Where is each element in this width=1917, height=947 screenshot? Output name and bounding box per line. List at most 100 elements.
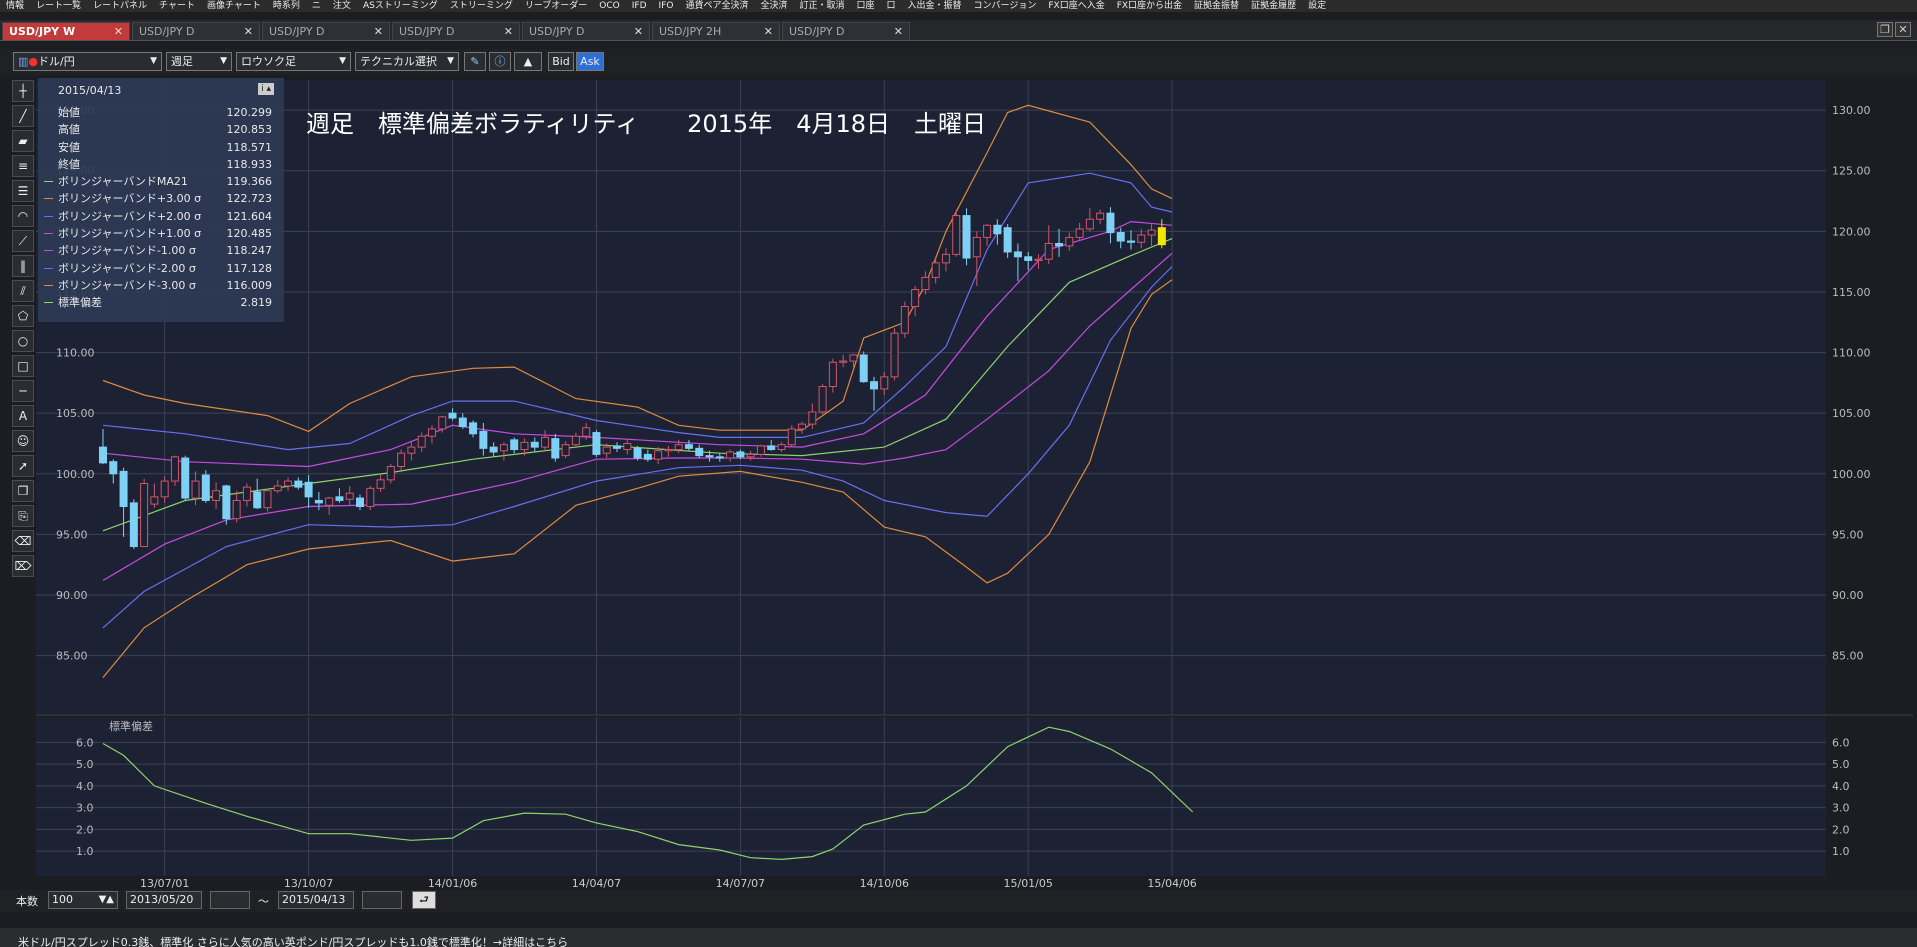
sub-y-tick-label-left: 4.0 [76,780,94,793]
currency-pair-select[interactable]: ▥●ドル/円 ▼ [13,52,162,71]
chart-area[interactable]: 130.00130.00125.00125.00120.00120.00115.… [36,80,1913,890]
timeframe-select[interactable]: 週足 ▼ [166,52,232,71]
start-date-field[interactable]: 2013/05/20 [126,891,202,909]
menu-item[interactable]: リーブオーダー [519,0,593,12]
restore-icon[interactable]: ❐ [1877,22,1893,37]
eraser-icon[interactable]: ⌫ [12,530,34,552]
close-tab-icon[interactable]: ✕ [114,23,123,41]
close-tab-icon[interactable]: ✕ [374,23,383,41]
start-time-field[interactable] [210,891,250,909]
info-row: ボリンジャーバンドMA21 119.366 [38,173,284,190]
menu-item[interactable]: 証拠金履歴 [1245,0,1302,12]
trendline-icon[interactable]: ╱ [12,105,34,127]
paste-icon[interactable]: ⎘ [12,505,34,527]
menu-item[interactable]: ASストリーミング [357,0,444,12]
chart-tab[interactable]: USD/JPY D ✕ [782,22,910,40]
fan-icon[interactable]: ⟋ [12,230,34,252]
y-tick-label-left: 85.00 [56,650,88,663]
candle-body [242,486,251,501]
horizontal-lines-icon[interactable]: ≡ [12,155,34,177]
candle-body [705,455,714,458]
area-chart-icon[interactable]: ▲ [514,52,542,71]
menu-item[interactable]: レート一覧 [30,0,87,12]
chart-tab[interactable]: USD/JPY D ✕ [522,22,650,40]
bid-button[interactable]: Bid [548,52,574,71]
menu-item[interactable]: IFD [626,0,653,12]
rectangle-icon[interactable]: □ [12,355,34,377]
chart-tab[interactable]: USD/JPY D ✕ [392,22,520,40]
x-tick-label: 13/10/07 [284,877,333,888]
horizontal-line-icon[interactable]: ─ [12,380,34,402]
series-swatch [44,215,53,217]
arc-icon[interactable]: ◠ [12,205,34,227]
cursor-icon[interactable]: ➚ [12,455,34,477]
technical-select[interactable]: テクニカル選択 ▼ [355,52,459,71]
menu-item[interactable]: レートパネル [87,0,153,12]
copy-icon[interactable]: ❐ [12,480,34,502]
menu-item[interactable]: 設定 [1302,0,1332,12]
pen-icon[interactable]: ✎ [464,52,486,71]
count-input[interactable]: 100 ▼▲ [48,891,118,909]
candle-body [952,215,961,255]
menu-item[interactable]: 口座 [850,0,880,12]
close-tab-icon[interactable]: ✕ [764,23,773,41]
menu-item[interactable]: 全決済 [754,0,793,12]
close-tab-icon[interactable]: ✕ [244,23,253,41]
info-label: 安値 [58,140,80,154]
menu-item[interactable]: 入出金・振替 [902,0,968,12]
menu-item[interactable]: 訂正・取消 [793,0,850,12]
candle-body [366,487,375,508]
chart-tab[interactable]: USD/JPY D ✕ [132,22,260,40]
menu-item[interactable]: 証拠金振替 [1188,0,1245,12]
candle-body [1003,227,1012,253]
menu-item[interactable]: IFO [653,0,680,12]
vertical-lines-icon[interactable]: ‖ [12,255,34,277]
end-date-field[interactable]: 2015/04/13 [278,891,354,909]
chart-tab[interactable]: USD/JPY D ✕ [262,22,390,40]
smiley-icon[interactable]: ☺ [12,430,34,452]
chart-tab[interactable]: USD/JPY W ✕ [2,22,130,40]
fibonacci-icon[interactable]: ☰ [12,180,34,202]
pentagon-icon[interactable]: ⬠ [12,305,34,327]
candle-body [561,444,570,457]
menu-item[interactable]: 情報 [0,0,30,12]
crosshair-icon[interactable]: ┼ [12,80,34,102]
eraser-all-icon[interactable]: ⌦ [12,555,34,577]
menu-item[interactable]: ニ [306,0,327,12]
ask-button[interactable]: Ask [576,52,604,71]
menu-item[interactable]: 注文 [327,0,357,12]
ruler-icon[interactable]: ▰ [12,130,34,152]
info-label: 高値 [58,123,80,137]
chart-tab[interactable]: USD/JPY 2H ✕ [652,22,780,40]
menu-item[interactable]: FX口座へ入金 [1042,0,1110,12]
menu-item[interactable]: 口 [881,0,902,12]
circle-icon[interactable]: ○ [12,330,34,352]
close-window-icon[interactable]: ✕ [1895,22,1911,37]
info-toggle-icon[interactable]: i ▴ [258,83,274,95]
close-tab-icon[interactable]: ✕ [504,23,513,41]
candlestick-chart[interactable]: 130.00130.00125.00125.00120.00120.00115.… [36,80,1913,890]
candle-body [582,427,591,437]
close-tab-icon[interactable]: ✕ [894,23,903,41]
text-icon[interactable]: A [12,405,34,427]
candle-body [808,411,817,425]
menu-item[interactable]: 通貨ペア全決済 [679,0,754,12]
chart-style-select[interactable]: ロウソク足 ▼ [236,52,351,71]
end-time-field[interactable] [362,891,402,909]
menu-item[interactable]: OCO [593,0,625,12]
info-label: 標準偏差 [58,296,102,310]
technical-label: テクニカル選択 [360,55,437,68]
channel-icon[interactable]: ⫽ [12,280,34,302]
news-ticker[interactable]: 米ドル/円スプレッド0.3銭、標準化 さらに人気の高い英ポンド/円スプレッドも1… [0,928,1917,947]
return-icon: ⮐ [419,893,429,906]
refresh-button[interactable]: ⮐ [412,891,436,909]
menu-item[interactable]: コンバージョン [968,0,1043,12]
close-tab-icon[interactable]: ✕ [634,23,643,41]
menu-item[interactable]: 時系列 [267,0,306,12]
menu-item[interactable]: FX口座から出金 [1111,0,1188,12]
menu-item[interactable]: 画像チャート [201,0,267,12]
menu-item[interactable]: ストリーミング [444,0,519,12]
menu-item[interactable]: チャート [153,0,201,12]
stepper-icon[interactable]: ▼▲ [99,892,114,908]
info-icon[interactable]: ⓘ [489,52,511,71]
